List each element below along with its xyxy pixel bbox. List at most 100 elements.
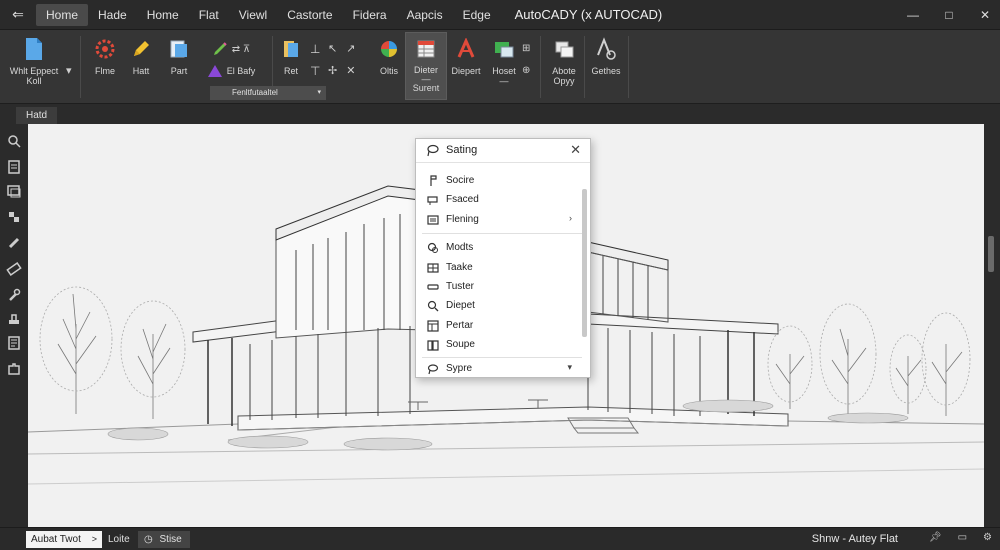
wrench-icon[interactable] bbox=[5, 286, 23, 304]
menu-tab-castorte[interactable]: Castorte bbox=[277, 4, 342, 26]
app-window: ⇐ Home Hade Home Flat Viewl Castorte Fid… bbox=[0, 0, 1000, 550]
menu-tab-aapcis[interactable]: Aapcis bbox=[397, 4, 453, 26]
chevron-down-icon: ▾ bbox=[567, 362, 572, 372]
stamp-icon[interactable] bbox=[5, 310, 23, 328]
menu-tab-flat[interactable]: Flat bbox=[189, 4, 229, 26]
list-icon bbox=[427, 215, 439, 225]
ribbon: Whlt Eppect Koll ▾ Flme Hatt Part ⇄ ⊼ El… bbox=[0, 30, 1000, 104]
layers-icon[interactable] bbox=[5, 182, 23, 200]
chevron-down-icon[interactable]: ▾ bbox=[66, 64, 75, 77]
zoom-icon[interactable] bbox=[5, 132, 23, 150]
status-style-button[interactable]: ◷ Stise bbox=[138, 531, 190, 548]
menu-item-label: Tuster bbox=[446, 281, 474, 292]
clock-icon: ◷ bbox=[144, 534, 153, 545]
document-icon bbox=[21, 36, 47, 62]
left-toolbar bbox=[0, 124, 28, 527]
brush-icon bbox=[213, 42, 227, 55]
square-icon[interactable]: ▭ bbox=[958, 532, 967, 543]
circle-icon bbox=[376, 36, 402, 62]
menu-item-sypre[interactable]: Sypre ▾ bbox=[416, 360, 582, 378]
menu-item-label: Socire bbox=[446, 175, 475, 186]
menu-item-taake[interactable]: Taake bbox=[416, 259, 582, 277]
tape-icon[interactable] bbox=[5, 260, 23, 278]
menu-tab-home-2[interactable]: Home bbox=[137, 4, 189, 26]
pin-icon[interactable]: 📌︎ bbox=[929, 532, 942, 543]
ribbon-button-whit-eppect[interactable]: Whlt Eppect Koll bbox=[6, 36, 62, 86]
lasso-icon bbox=[427, 144, 439, 157]
menu-item-fsaced[interactable]: Fsaced bbox=[416, 191, 582, 209]
command-line[interactable]: Aubat Twot > bbox=[26, 531, 102, 548]
constraint-icons[interactable]: ⊥ ⊤ bbox=[310, 38, 323, 82]
close-icon[interactable]: ✕ bbox=[570, 142, 581, 158]
vertical-scrollbar[interactable] bbox=[984, 124, 1000, 527]
menu-item-label: Flening bbox=[446, 214, 479, 225]
menu-item-soupe[interactable]: Soupe bbox=[416, 336, 582, 354]
maximize-button[interactable]: □ bbox=[942, 8, 956, 22]
menu-item-label: Sypre bbox=[446, 363, 473, 374]
minimize-button[interactable]: — bbox=[906, 8, 920, 22]
block-icon[interactable] bbox=[5, 208, 23, 226]
link-icon[interactable] bbox=[5, 234, 23, 252]
ribbon-divider bbox=[584, 36, 585, 98]
table-icon bbox=[413, 36, 439, 62]
menu-tab-fidera[interactable]: Fidera bbox=[343, 4, 397, 26]
magnifier-icon bbox=[427, 300, 439, 312]
ribbon-button-diepert[interactable]: Diepert bbox=[448, 36, 484, 76]
scrollbar-thumb[interactable] bbox=[582, 189, 587, 337]
ribbon-label: Oltis bbox=[380, 66, 398, 76]
menu-item-socire[interactable]: Socire bbox=[416, 172, 582, 190]
ribbon-label: Abote Opyy bbox=[552, 66, 576, 86]
ribbon-button-dieter[interactable]: Dieter — Surent bbox=[406, 36, 446, 93]
menu-tab-viewl[interactable]: Viewl bbox=[229, 4, 277, 26]
measure-icons[interactable]: ⊞ ⊕ bbox=[522, 38, 533, 82]
sheet-icon[interactable] bbox=[5, 334, 23, 352]
ribbon-divider bbox=[540, 36, 541, 98]
ribbon-label: El Bafy bbox=[226, 66, 256, 76]
ribbon-button-hatt[interactable]: Hatt bbox=[124, 36, 158, 76]
arrow-left-icon[interactable]: ⇐ bbox=[0, 6, 36, 23]
gear-icon[interactable]: ⚙︎ bbox=[983, 532, 992, 543]
transform-icons[interactable]: ↖ ↗ ✢ ✕ bbox=[328, 38, 359, 82]
menu-item-modts[interactable]: Modts bbox=[416, 239, 582, 257]
ribbon-button-flme[interactable]: Flme bbox=[88, 36, 122, 76]
ribbon-group-label[interactable]: Fenltfutaaltel ▾ bbox=[210, 86, 326, 100]
ribbon-button-el-bafy[interactable]: ⇄ ⊼ El Bafy bbox=[196, 36, 266, 78]
ribbon-label: Hatt bbox=[132, 66, 150, 76]
flame-icon bbox=[92, 36, 118, 62]
close-button[interactable]: ✕ bbox=[978, 8, 992, 22]
chevron-down-icon: ▾ bbox=[317, 89, 321, 96]
menu-item-pertar[interactable]: Pertar bbox=[416, 317, 582, 335]
page-icon bbox=[166, 36, 192, 62]
menu-item-flening[interactable]: Flening › bbox=[416, 211, 582, 229]
menu-item-diepet[interactable]: Diepet bbox=[416, 297, 582, 315]
ribbon-button-oltis[interactable]: Oltis bbox=[374, 36, 404, 76]
ribbon-button-abote[interactable]: Abote Opyy bbox=[546, 36, 582, 86]
context-menu-scrollbar[interactable] bbox=[581, 169, 588, 359]
menu-tab-home[interactable]: Home bbox=[36, 3, 89, 26]
status-item-loite[interactable]: Loite bbox=[108, 531, 130, 548]
ribbon-button-part[interactable]: Part bbox=[162, 36, 196, 76]
menu-item-tuster[interactable]: Tuster bbox=[416, 278, 582, 296]
menu-tab-edge[interactable]: Edge bbox=[453, 4, 501, 26]
properties-icon[interactable] bbox=[5, 158, 23, 176]
menu-item-label: Taake bbox=[446, 262, 473, 273]
chevron-right-icon: › bbox=[569, 213, 572, 223]
menu-item-label: Fsaced bbox=[446, 194, 479, 205]
document-tab[interactable]: Hatd bbox=[16, 107, 58, 124]
eraser-icon bbox=[427, 196, 438, 205]
ribbon-button-gethes[interactable]: Gethes bbox=[588, 36, 624, 76]
group-label: Fenltfutaaltel bbox=[232, 88, 278, 97]
scrollbar-thumb[interactable] bbox=[988, 236, 994, 272]
ribbon-button-ret[interactable]: Ret bbox=[276, 36, 306, 76]
table-icon bbox=[427, 320, 439, 332]
document-tab-bar: Hatd bbox=[0, 104, 1000, 124]
status-right-text: Shnw - Autey Flat bbox=[811, 533, 898, 545]
ribbon-label: Flme bbox=[95, 66, 115, 76]
text-a-icon bbox=[453, 36, 479, 62]
ribbon-label: Diepert bbox=[451, 66, 481, 76]
menu-tab-hade[interactable]: Hade bbox=[88, 4, 137, 26]
ribbon-button-hoset[interactable]: Hoset — bbox=[486, 36, 522, 86]
grid-icon bbox=[427, 263, 439, 273]
puzzle-icon[interactable] bbox=[5, 360, 23, 378]
context-menu: Sating ✕ Socire Fsaced Flening › Modts T… bbox=[415, 138, 591, 378]
